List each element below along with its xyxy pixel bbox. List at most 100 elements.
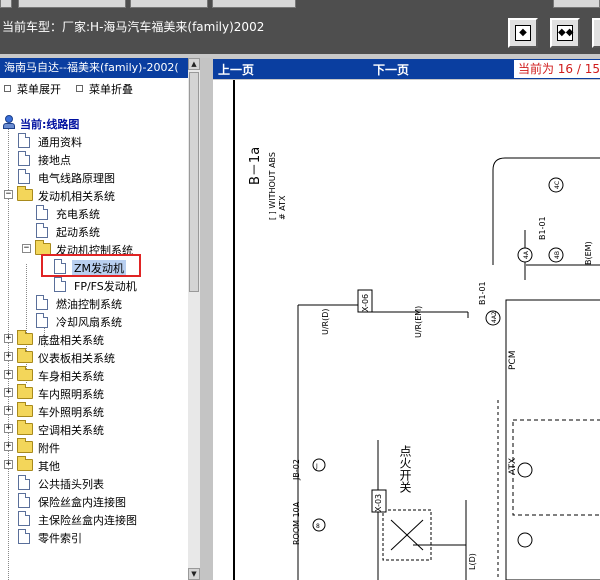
page-nav-bar: 上一页 下一页 当前为 16 / 15 [213, 59, 600, 79]
collapse-toggle-icon[interactable]: − [4, 190, 13, 199]
connector-b1-01-label: B1-01 [538, 216, 547, 240]
toolbar-tab[interactable] [212, 0, 296, 8]
expand-toggle-icon[interactable]: + [4, 352, 13, 361]
tree-item[interactable]: 充电系统 [0, 204, 188, 222]
next-page-link[interactable]: 下一页 [373, 61, 409, 78]
tree-root-label: 当前:线路图 [20, 118, 80, 131]
tree-item[interactable]: 主保险丝盒内连接图 [0, 510, 188, 528]
connector-jb-02-label: JB-02 [292, 459, 301, 481]
expand-toggle-icon[interactable]: + [4, 460, 13, 469]
wire-label-b-em: B(EM) [584, 241, 593, 265]
tree-scrollbar[interactable]: ▲ ▼ [188, 58, 200, 580]
tree-item-label: 保险丝盒内连接图 [38, 496, 126, 509]
diagram-note-line1: [ ] WITHOUT ABS [268, 152, 277, 220]
selection-highlight-box [41, 254, 141, 277]
folder-icon [17, 384, 33, 399]
scroll-thumb[interactable] [189, 72, 199, 292]
tree-menu-bar: 菜单展开 菜单折叠 [0, 79, 200, 97]
tree-item[interactable]: 保险丝盒内连接图 [0, 492, 188, 510]
toolbar-tab[interactable] [130, 0, 208, 8]
wiring-diagram-viewer[interactable]: B－1a [ ] WITHOUT ABS # ATX U/R(D) U/R(EM… [213, 80, 600, 580]
tree-folder[interactable]: + 其他 [0, 456, 188, 474]
document-icon [36, 313, 48, 328]
circle-label: 8 [316, 523, 320, 530]
expand-toggle-icon[interactable]: + [4, 334, 13, 343]
window-button[interactable] [592, 18, 600, 48]
scroll-down-arrow-icon[interactable]: ▼ [188, 568, 200, 580]
connector-x03-label: X-03 [374, 494, 383, 512]
tree-folder-label: 发动机相关系统 [38, 190, 115, 203]
folder-icon [17, 420, 33, 435]
circle-label: J [315, 463, 318, 470]
tree-item[interactable]: 电气线路原理图 [0, 168, 188, 186]
expand-icon [4, 85, 11, 92]
scroll-up-arrow-icon[interactable]: ▲ [188, 58, 200, 70]
tree-item-label: 公共插头列表 [38, 478, 104, 491]
tree-item-label: 接地点 [38, 154, 71, 167]
pin-label: 4B [554, 251, 561, 259]
tree-item[interactable]: 接地点 [0, 150, 188, 168]
prev-page-link[interactable]: 上一页 [218, 61, 254, 78]
folder-icon [17, 438, 33, 453]
collapse-toggle-icon[interactable]: − [22, 244, 31, 253]
tree-panel-title: 海南马自达--福美来(family)-2002( [0, 58, 200, 78]
tree-folder[interactable]: + 仪表板相关系统 [0, 348, 188, 366]
document-icon [18, 511, 30, 526]
tree-item[interactable]: 冷却风扇系统 [0, 312, 188, 330]
current-location-icon [3, 115, 15, 129]
expand-toggle-icon[interactable]: + [4, 442, 13, 451]
expand-toggle-icon[interactable]: + [4, 370, 13, 379]
tree-item-label: 零件索引 [38, 532, 82, 545]
tree-item-label: 电气线路原理图 [38, 172, 115, 185]
current-model-label: 当前车型：厂家:H-海马汽车福美来(family)2002 [2, 20, 265, 34]
wire-label-ur-em: U/R(EM) [414, 306, 423, 338]
tree-folder[interactable]: − 发动机相关系统 [0, 186, 188, 204]
folder-icon [17, 366, 33, 381]
document-icon [18, 133, 30, 148]
top-toolbar: 当前车型：厂家:H-海马汽车福美来(family)2002 ◆ ◆◆ [0, 0, 600, 54]
tree-folder[interactable]: + 附件 [0, 438, 188, 456]
tree-folder-label: 附件 [38, 442, 60, 455]
tree-folder[interactable]: + 车身相关系统 [0, 366, 188, 384]
collapse-both-button[interactable]: ◆◆ [550, 18, 580, 48]
tree-item-label: 通用资料 [38, 136, 82, 149]
folder-icon [17, 456, 33, 471]
pin-label: 4A2 [491, 311, 498, 323]
collapse-left-button[interactable]: ◆ [508, 18, 538, 48]
collapse-all-button[interactable]: 菜单折叠 [76, 81, 133, 97]
tree-item[interactable]: 公共插头列表 [0, 474, 188, 492]
diagram-note-line2: # ATX [278, 195, 287, 220]
expand-toggle-icon[interactable]: + [4, 406, 13, 415]
tree-root[interactable]: 当前:线路图 [0, 114, 188, 132]
tree-item[interactable]: 零件索引 [0, 528, 188, 546]
panel-splitter[interactable] [200, 58, 213, 580]
tree-folder[interactable]: + 空调相关系统 [0, 420, 188, 438]
pin-label: 4A [523, 250, 530, 259]
tree-folder-label: 其他 [38, 460, 60, 473]
tree-folder[interactable]: + 车内照明系统 [0, 384, 188, 402]
tree-item[interactable]: 起动系统 [0, 222, 188, 240]
connector-b1-01-label: B1-01 [478, 281, 487, 305]
tree-item[interactable]: FP/FS发动机 [0, 276, 188, 294]
tree-view: 当前:线路图 通用资料 接地点 电气线路原理图 − 发动机相关系统 充电系统 起动… [0, 114, 188, 580]
tree-folder[interactable]: + 车外照明系统 [0, 402, 188, 420]
document-icon [18, 151, 30, 166]
expand-all-button[interactable]: 菜单展开 [4, 81, 61, 97]
tree-folder[interactable]: + 底盘相关系统 [0, 330, 188, 348]
tree-item[interactable]: 燃油控制系统 [0, 294, 188, 312]
expand-toggle-icon[interactable]: + [4, 388, 13, 397]
toolbar-tab[interactable] [18, 0, 126, 8]
expand-all-label: 菜单展开 [17, 83, 61, 96]
wire-label-l-d: L(D) [468, 553, 477, 570]
connector-x06-label: X-06 [361, 294, 370, 312]
document-icon [36, 295, 48, 310]
tree-item-label: 充电系统 [56, 208, 100, 221]
toolbar-tab[interactable] [0, 0, 12, 8]
tree-folder-label: 空调相关系统 [38, 424, 104, 437]
diagram-page-id: B－1a [248, 147, 263, 185]
tree-item[interactable]: 通用资料 [0, 132, 188, 150]
toolbar-tab[interactable] [553, 0, 600, 8]
expand-toggle-icon[interactable]: + [4, 424, 13, 433]
document-icon [54, 277, 66, 292]
document-icon [18, 475, 30, 490]
